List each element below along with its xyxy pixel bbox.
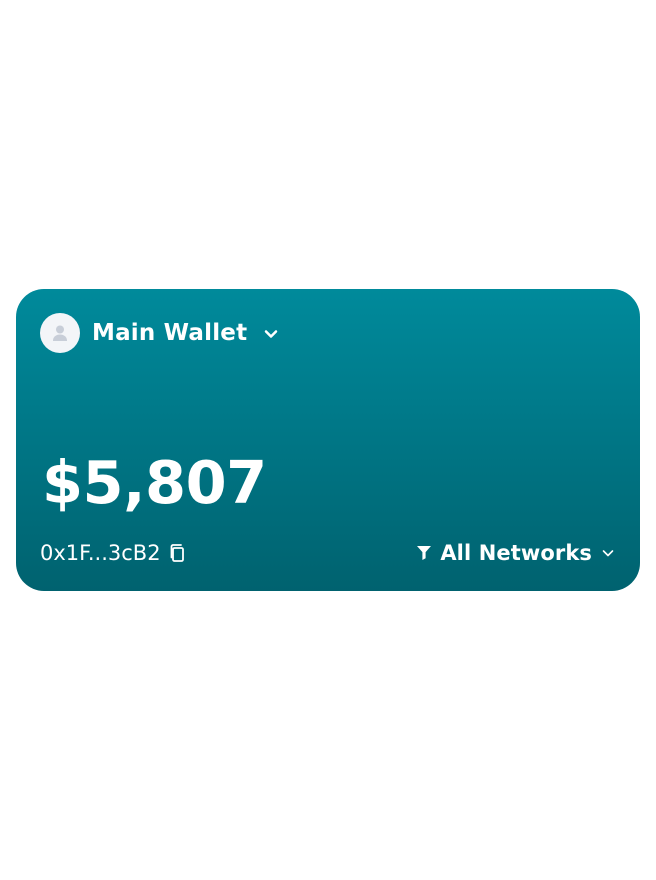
copy-address-button[interactable] xyxy=(166,542,188,564)
wallet-dropdown-chevron[interactable] xyxy=(261,324,281,344)
chevron-down-icon xyxy=(600,545,616,561)
wallet-card: Main Wallet $5,807 0x1F...3cB2 All Netwo… xyxy=(16,289,640,591)
wallet-address: 0x1F...3cB2 xyxy=(40,540,161,565)
wallet-avatar xyxy=(40,313,80,353)
wallet-name: Main Wallet xyxy=(92,319,248,346)
copy-icon xyxy=(170,544,184,562)
filter-icon xyxy=(416,544,432,562)
wallet-balance: $5,807 xyxy=(42,448,267,517)
network-filter-label: All Networks xyxy=(440,540,592,565)
chevron-down-icon xyxy=(265,330,278,338)
wallet-footer: 0x1F...3cB2 All Networks xyxy=(40,539,616,567)
user-avatar-icon xyxy=(53,325,67,341)
wallet-address-group: 0x1F...3cB2 xyxy=(40,542,188,564)
network-filter-button[interactable]: All Networks xyxy=(416,540,616,565)
wallet-selector[interactable]: Main Wallet xyxy=(40,313,281,353)
